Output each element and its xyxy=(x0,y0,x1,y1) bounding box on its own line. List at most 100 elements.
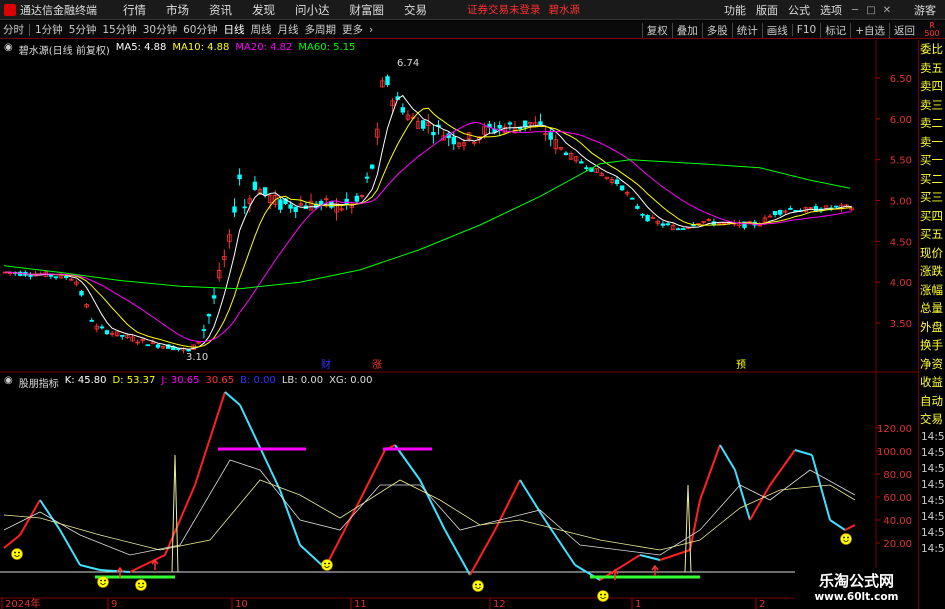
btn-biaoji[interactable]: 标记 xyxy=(820,22,850,38)
side-time: 14:56 xyxy=(921,446,945,459)
kdj-label: 100.00 xyxy=(877,447,912,458)
side-label: 卖四 xyxy=(920,79,943,93)
candle-body xyxy=(665,223,671,226)
candle-body xyxy=(548,132,553,140)
candle-body xyxy=(431,131,436,136)
side-label: 卖三 xyxy=(920,97,943,112)
candle-body xyxy=(278,199,283,210)
minimize-icon[interactable]: ─ xyxy=(847,5,863,16)
btn-zixuan[interactable]: +自选 xyxy=(850,22,889,38)
price-label: 6.50 xyxy=(890,74,912,85)
smiley-icon xyxy=(135,579,147,591)
candle-body xyxy=(237,174,242,180)
close-icon[interactable]: ✕ xyxy=(879,5,895,16)
period-fenshi[interactable]: 分时 xyxy=(0,22,27,37)
side-label: 委比 xyxy=(920,42,943,56)
candle-body xyxy=(262,187,268,195)
event-marker: 财 xyxy=(321,358,331,371)
kdj-main-line xyxy=(194,391,226,486)
menu-hangqing[interactable]: 行情 xyxy=(113,2,156,18)
smiley-icon xyxy=(472,580,484,592)
candle-body xyxy=(385,76,390,86)
side-label: 总量 xyxy=(920,301,943,315)
candle-body xyxy=(79,291,84,296)
menu-shichang[interactable]: 市场 xyxy=(156,2,199,18)
candle-body xyxy=(120,334,125,337)
smiley-eye xyxy=(475,583,477,586)
period-monthly[interactable]: 月线 xyxy=(275,22,302,37)
candle-body xyxy=(645,214,650,222)
candle-body xyxy=(614,179,620,185)
kdj-main-line xyxy=(3,534,21,549)
smiley-eye xyxy=(600,593,602,596)
kdj-main-line xyxy=(844,524,856,531)
period-toolbar: 分时 1分钟 5分钟 15分钟 30分钟 60分钟 日线 周线 月线 多周期 更… xyxy=(0,21,945,39)
smiley-eye xyxy=(847,536,849,539)
period-5min[interactable]: 5分钟 xyxy=(66,22,100,37)
side-label: 涨跌 xyxy=(920,264,943,278)
candle-body xyxy=(507,122,513,125)
kdj-main-line xyxy=(719,444,736,471)
kdj-main-line xyxy=(224,391,241,406)
candle-body xyxy=(523,120,528,128)
candle-body xyxy=(420,120,426,129)
btn-fanhui[interactable]: 返回 xyxy=(889,22,919,38)
candle-body xyxy=(99,326,105,329)
indicator-toggle-icon[interactable]: ◉ xyxy=(4,375,13,390)
period-daily[interactable]: 日线 xyxy=(221,22,248,37)
kdj-main-line xyxy=(469,529,496,576)
menu-xuanxiang[interactable]: 选项 xyxy=(815,2,847,18)
ma10-line xyxy=(4,107,852,348)
menu-gongshi[interactable]: 公式 xyxy=(783,2,815,18)
candle-body xyxy=(584,167,589,170)
maximize-icon[interactable]: □ xyxy=(863,5,879,16)
menu-faxian[interactable]: 发现 xyxy=(242,2,285,18)
btn-diejia[interactable]: 叠加 xyxy=(671,22,702,38)
btn-f10[interactable]: F10 xyxy=(791,24,820,36)
kdj-main-line xyxy=(829,519,846,531)
candle-body xyxy=(778,209,783,215)
candle-body xyxy=(176,348,181,350)
btn-huaxian[interactable]: 画线 xyxy=(761,22,792,38)
period-30min[interactable]: 30分钟 xyxy=(140,22,180,37)
price-label: 5.00 xyxy=(890,197,912,208)
indicator-name[interactable]: 股朋指标 xyxy=(19,375,59,390)
menu-banmian[interactable]: 版面 xyxy=(751,2,783,18)
candle-body xyxy=(28,275,33,277)
x-label: 11 xyxy=(354,599,367,609)
period-1min[interactable]: 1分钟 xyxy=(32,22,66,37)
legend-stock: 碧水源(日线 前复权) xyxy=(18,46,110,57)
legend-toggle-icon[interactable]: ◉ xyxy=(4,42,13,57)
legend-xg: XG: 0.00 xyxy=(329,375,373,386)
menu-wenxiaoda[interactable]: 问小达 xyxy=(285,2,340,18)
candle-body xyxy=(619,185,625,191)
period-15min[interactable]: 15分钟 xyxy=(99,22,139,37)
candle-body xyxy=(252,181,258,190)
candle-body xyxy=(630,197,635,200)
menu-caifuquan[interactable]: 财富圈 xyxy=(340,2,395,18)
price-label: 4.00 xyxy=(890,278,912,289)
login-status: 证券交易未登录 xyxy=(467,4,541,16)
btn-tongji[interactable]: 统计 xyxy=(731,22,762,38)
smiley-icon xyxy=(11,548,23,560)
kdj-main-line xyxy=(544,519,576,566)
candle-body xyxy=(104,330,110,335)
kdj-label: 120.00 xyxy=(877,424,912,435)
candle-body xyxy=(206,314,212,317)
kline-chart[interactable]: 6.506.005.505.004.504.003.50120.00100.00… xyxy=(0,40,918,609)
period-60min[interactable]: 60分钟 xyxy=(180,22,220,37)
smiley-eye xyxy=(104,579,106,582)
period-multi[interactable]: 多周期 xyxy=(302,22,340,37)
menu-jiaoyi[interactable]: 交易 xyxy=(394,2,437,18)
side-time: 14:56 xyxy=(921,430,945,443)
btn-fuquan[interactable]: 复权 xyxy=(641,22,672,38)
event-marker: 预 xyxy=(736,359,746,371)
price-label: 5.50 xyxy=(890,156,912,167)
menu-zixun[interactable]: 资讯 xyxy=(199,2,242,18)
period-weekly[interactable]: 周线 xyxy=(248,22,275,37)
chevron-right-icon[interactable]: › xyxy=(366,24,376,36)
period-more[interactable]: 更多 xyxy=(339,22,366,37)
menu-gongneng[interactable]: 功能 xyxy=(719,2,751,18)
guest-label[interactable]: 游客 xyxy=(909,2,941,18)
btn-duogu[interactable]: 多股 xyxy=(701,22,732,38)
